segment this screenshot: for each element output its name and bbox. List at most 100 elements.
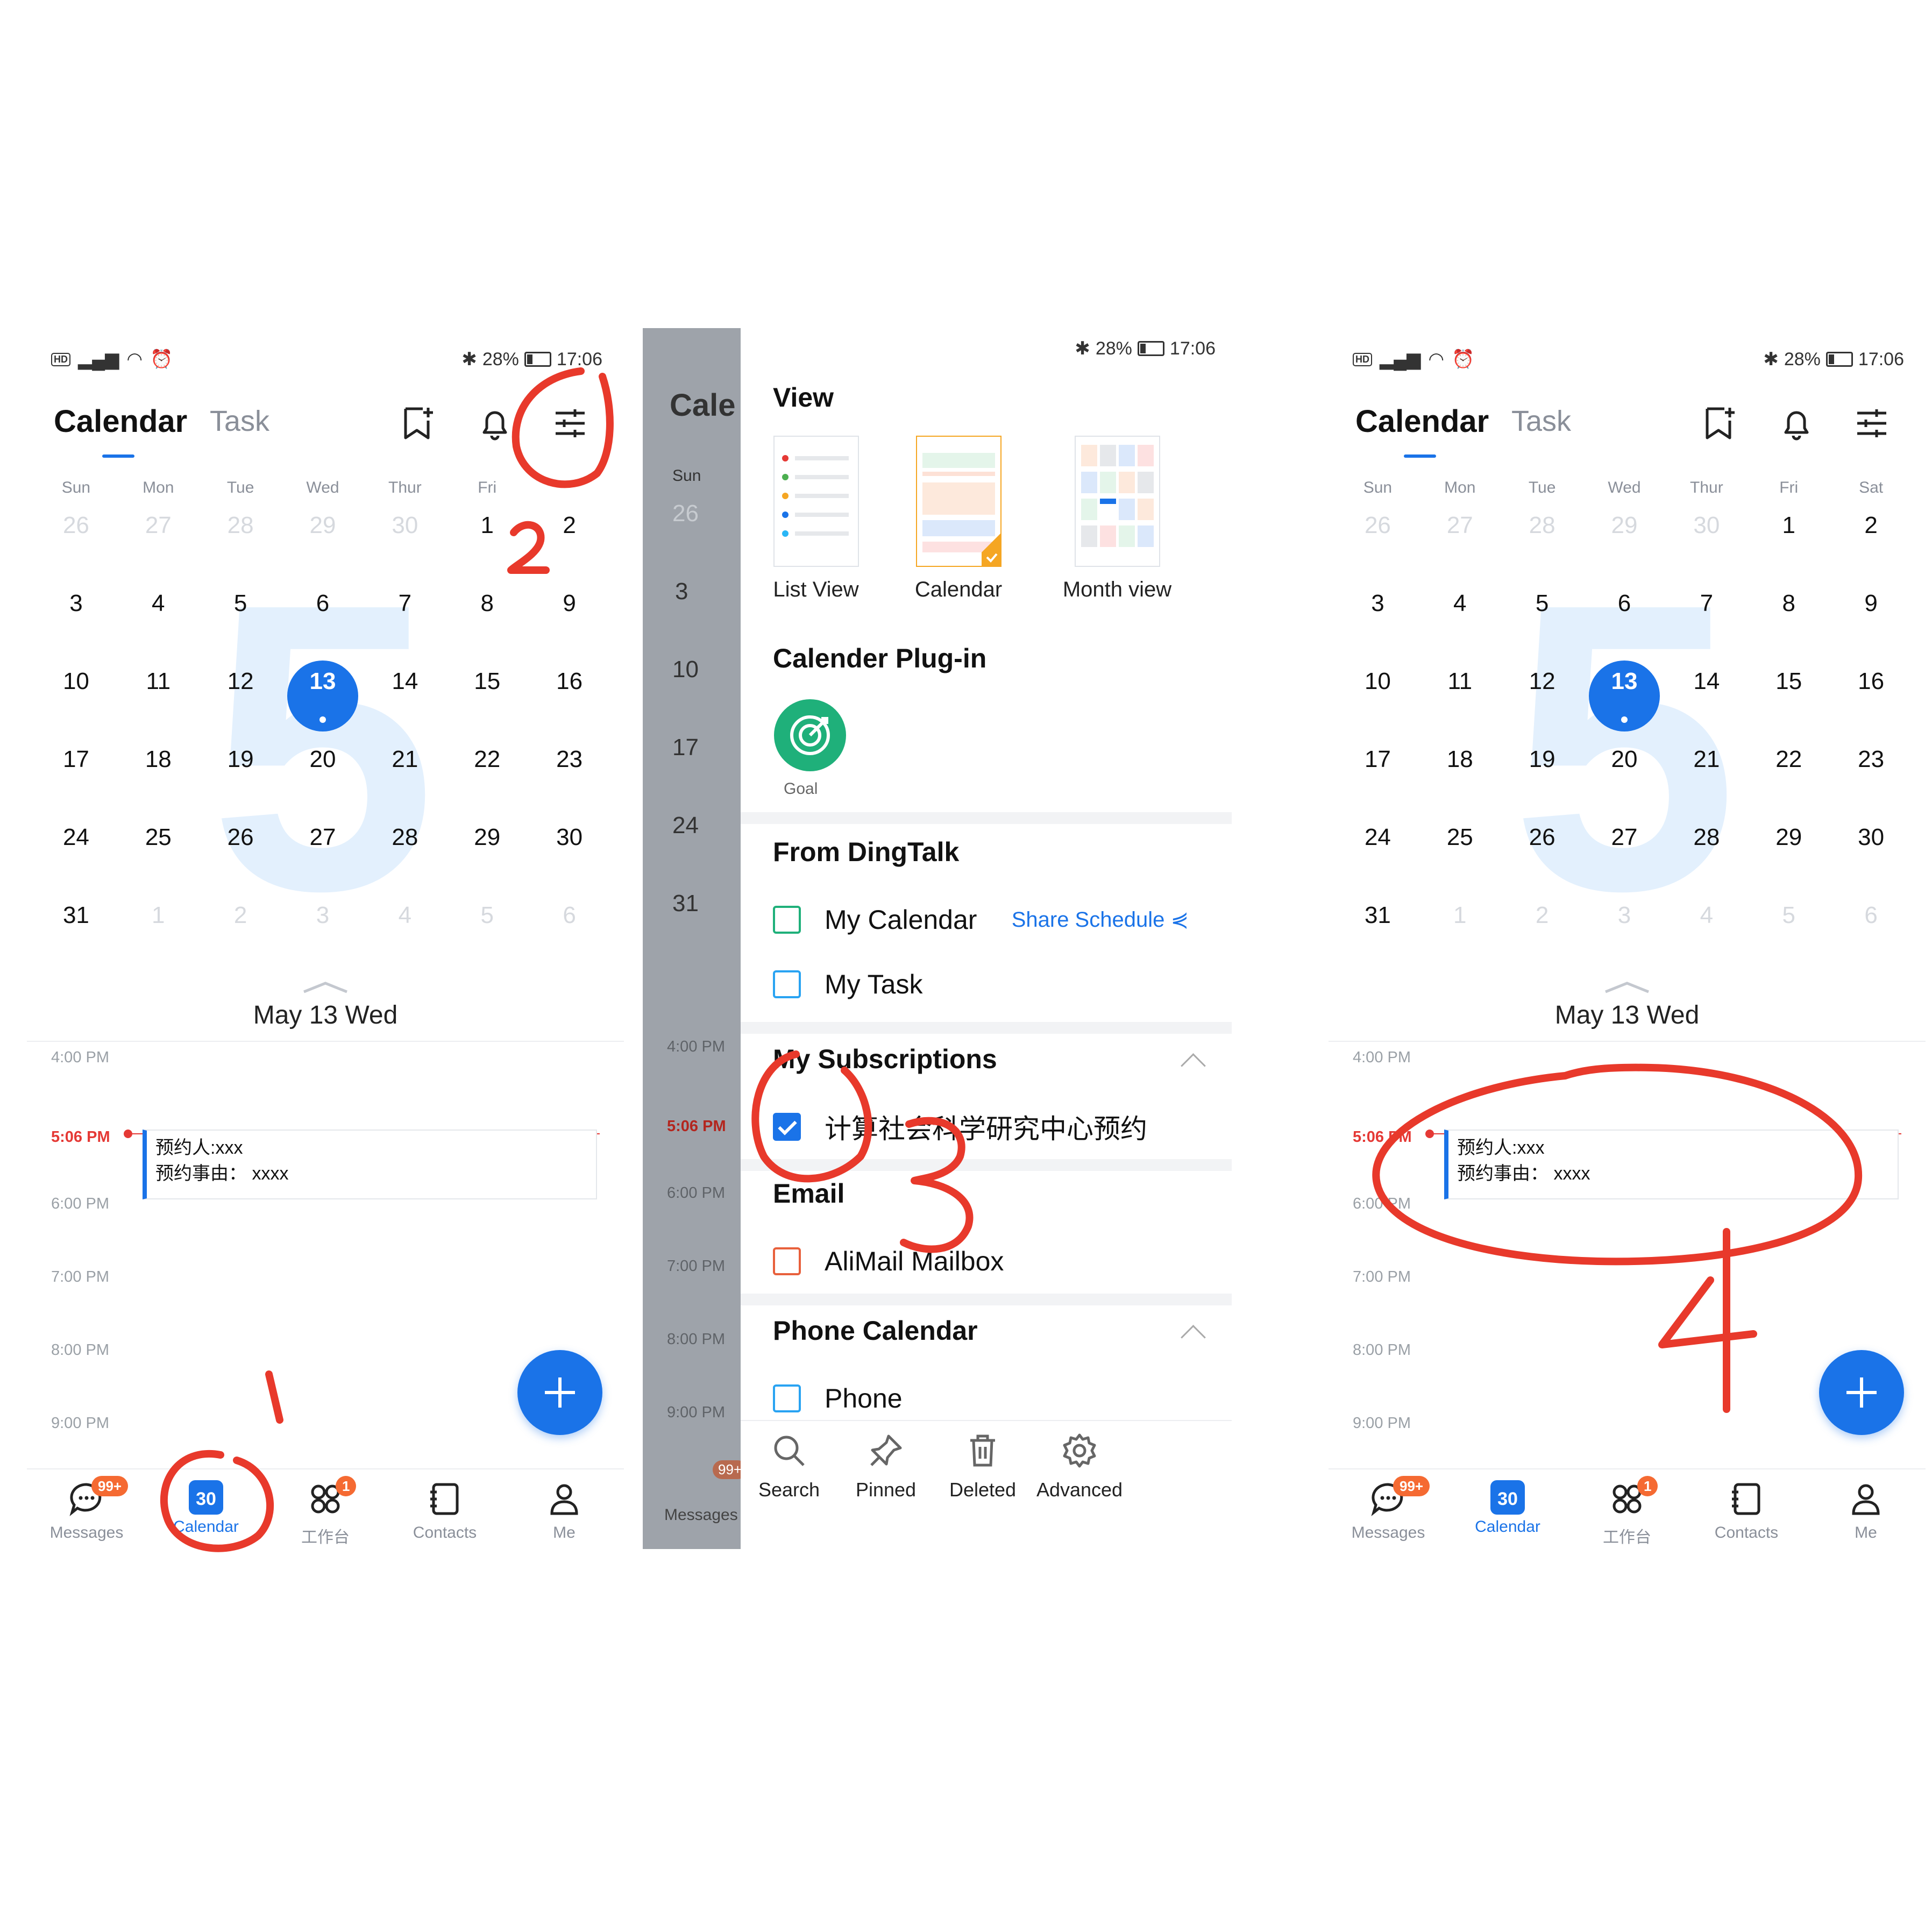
day-cell[interactable]: 2 xyxy=(200,890,282,965)
my-task-checkbox[interactable] xyxy=(773,970,801,998)
day-cell-selected[interactable]: 13 xyxy=(1583,656,1666,731)
collapse-caret-icon[interactable] xyxy=(1181,1325,1206,1350)
day-cell[interactable]: 1 xyxy=(1419,890,1501,965)
day-cell[interactable]: 9 xyxy=(528,578,610,654)
nav-messages[interactable]: 99+ Messages xyxy=(27,1469,146,1549)
day-cell[interactable]: 10 xyxy=(1337,656,1419,731)
day-cell[interactable]: 3 xyxy=(35,578,117,654)
day-cell[interactable]: 7 xyxy=(364,578,446,654)
day-cell[interactable]: 27 xyxy=(117,500,200,576)
day-cell[interactable]: 5 xyxy=(1501,578,1583,654)
day-cell[interactable]: 19 xyxy=(1501,734,1583,809)
day-cell[interactable]: 31 xyxy=(35,890,117,965)
day-cell[interactable]: 23 xyxy=(1830,734,1912,809)
day-cell[interactable]: 26 xyxy=(1501,812,1583,887)
day-cell[interactable]: 24 xyxy=(35,812,117,887)
day-cell[interactable]: 6 xyxy=(1583,578,1666,654)
day-cell[interactable]: 31 xyxy=(1337,890,1419,965)
nav-me[interactable]: Me xyxy=(1806,1469,1926,1549)
day-cell[interactable]: 8 xyxy=(446,578,528,654)
nav-contacts[interactable]: Contacts xyxy=(1687,1469,1806,1549)
day-cell[interactable]: 20 xyxy=(282,734,364,809)
day-cell[interactable]: 4 xyxy=(1419,578,1501,654)
day-cell[interactable]: 4 xyxy=(1665,890,1748,965)
day-cell[interactable]: 26 xyxy=(200,812,282,887)
day-cell[interactable]: 19 xyxy=(200,734,282,809)
my-calendar-checkbox[interactable] xyxy=(773,906,801,934)
nav-calendar[interactable]: 30 Calendar xyxy=(146,1469,266,1549)
day-cell[interactable]: 7 xyxy=(1665,578,1748,654)
day-cell[interactable]: 27 xyxy=(1419,500,1501,576)
day-cell[interactable]: 21 xyxy=(1665,734,1748,809)
view-option-month[interactable]: Month view xyxy=(1058,436,1176,602)
day-cell[interactable]: 30 xyxy=(1665,500,1748,576)
subscription-checkbox[interactable] xyxy=(773,1113,801,1141)
day-cell[interactable]: 1 xyxy=(1748,500,1830,576)
day-cell[interactable]: 29 xyxy=(446,812,528,887)
day-cell[interactable]: 3 xyxy=(282,890,364,965)
day-cell[interactable]: 27 xyxy=(282,812,364,887)
day-cell[interactable]: 5 xyxy=(1748,890,1830,965)
day-cell[interactable]: 30 xyxy=(1830,812,1912,887)
day-cell[interactable]: 18 xyxy=(117,734,200,809)
day-cell[interactable]: 16 xyxy=(1830,656,1912,731)
nav-messages[interactable]: 99+ Messages xyxy=(1329,1469,1448,1549)
collapse-chevron-icon[interactable] xyxy=(301,979,350,995)
day-cell[interactable]: 17 xyxy=(35,734,117,809)
day-cell[interactable]: 10 xyxy=(35,656,117,731)
view-option-calendar-selected[interactable]: Calendar xyxy=(910,436,1007,602)
day-cell[interactable]: 25 xyxy=(1419,812,1501,887)
day-cell[interactable]: 4 xyxy=(117,578,200,654)
day-cell[interactable]: 1 xyxy=(446,500,528,576)
nav-me[interactable]: Me xyxy=(505,1469,624,1549)
day-cell[interactable]: 5 xyxy=(446,890,528,965)
day-cell[interactable]: 3 xyxy=(1583,890,1666,965)
day-cell[interactable]: 15 xyxy=(1748,656,1830,731)
day-cell[interactable]: 29 xyxy=(282,500,364,576)
day-cell[interactable]: 2 xyxy=(1501,890,1583,965)
day-cell[interactable]: 15 xyxy=(446,656,528,731)
subscription-row[interactable]: 计算社会科学研究中心预约 xyxy=(773,1100,1210,1154)
day-cell[interactable]: 11 xyxy=(1419,656,1501,731)
day-cell[interactable]: 22 xyxy=(446,734,528,809)
phone-row[interactable]: Phone xyxy=(773,1372,1210,1425)
day-cell[interactable]: 17 xyxy=(1337,734,1419,809)
day-cell[interactable]: 22 xyxy=(1748,734,1830,809)
day-cell[interactable]: 12 xyxy=(200,656,282,731)
settings-sliders-icon[interactable] xyxy=(551,404,589,442)
tab-calendar[interactable]: Calendar xyxy=(1355,403,1489,439)
day-cell[interactable]: 12 xyxy=(1501,656,1583,731)
event-card[interactable]: 预约人:xxx 预约事由： xxxx xyxy=(1444,1130,1899,1199)
pinned-tool[interactable]: Pinned xyxy=(837,1432,934,1501)
day-cell[interactable]: 6 xyxy=(1830,890,1912,965)
my-calendar-row[interactable]: My Calendar Share Schedule ⋞ xyxy=(773,893,1210,947)
nav-workbench[interactable]: 1 工作台 xyxy=(266,1469,385,1549)
my-task-row[interactable]: My Task xyxy=(773,957,1210,1011)
day-cell[interactable]: 23 xyxy=(528,734,610,809)
day-cell[interactable]: 16 xyxy=(528,656,610,731)
alimail-checkbox[interactable] xyxy=(773,1247,801,1275)
day-cell[interactable]: 30 xyxy=(364,500,446,576)
collapse-chevron-icon[interactable] xyxy=(1603,979,1651,995)
day-cell[interactable]: 2 xyxy=(528,500,610,576)
nav-workbench[interactable]: 1 工作台 xyxy=(1567,1469,1687,1549)
settings-sliders-icon[interactable] xyxy=(1853,404,1891,442)
alimail-row[interactable]: AliMail Mailbox xyxy=(773,1234,1210,1288)
day-cell[interactable]: 21 xyxy=(364,734,446,809)
event-card[interactable]: 预约人:xxx 预约事由： xxxx xyxy=(143,1130,597,1199)
day-cell[interactable]: 3 xyxy=(1337,578,1419,654)
bell-icon[interactable] xyxy=(476,404,514,442)
search-tool[interactable]: Search xyxy=(741,1432,837,1501)
day-cell[interactable]: 11 xyxy=(117,656,200,731)
day-cell[interactable]: 14 xyxy=(364,656,446,731)
day-cell[interactable]: 9 xyxy=(1830,578,1912,654)
day-cell[interactable]: 30 xyxy=(528,812,610,887)
tab-task[interactable]: Task xyxy=(1511,404,1571,438)
day-cell[interactable]: 24 xyxy=(1337,812,1419,887)
day-cell[interactable]: 29 xyxy=(1583,500,1666,576)
deleted-tool[interactable]: Deleted xyxy=(934,1432,1031,1501)
day-cell[interactable]: 18 xyxy=(1419,734,1501,809)
day-cell[interactable]: 6 xyxy=(528,890,610,965)
dimmed-background[interactable]: Cale Sun 26 3 10 17 24 31 4:00 PM 5:06 P… xyxy=(643,328,741,1549)
add-event-button[interactable] xyxy=(517,1350,602,1435)
